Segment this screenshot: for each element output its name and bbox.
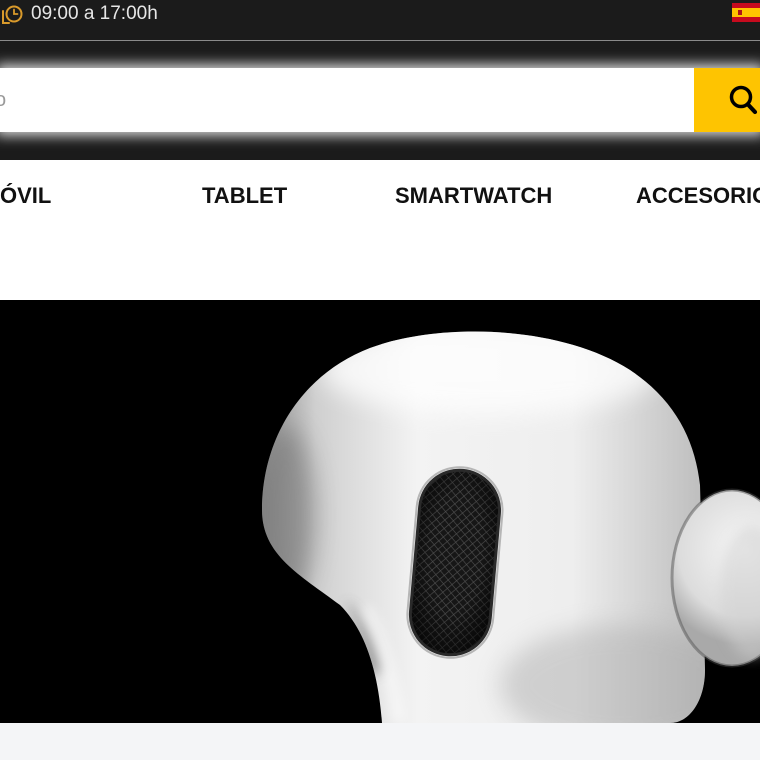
content-strip xyxy=(0,723,760,760)
search-input[interactable] xyxy=(0,68,694,132)
main-nav: ÓVIL TABLET SMARTWATCH ACCESORIO xyxy=(0,160,760,300)
search-icon xyxy=(728,84,758,116)
nav-item-movil[interactable]: ÓVIL xyxy=(0,184,51,208)
search-bar xyxy=(0,68,760,132)
search-band xyxy=(0,41,760,160)
earbud-mesh xyxy=(406,466,504,659)
top-bar: 09:00 a 17:00h xyxy=(0,0,760,40)
hero-image xyxy=(262,331,760,723)
nav-item-accesorios[interactable]: ACCESORIO xyxy=(636,184,760,208)
clock-icon xyxy=(0,3,24,27)
hero-banner[interactable] xyxy=(0,300,760,723)
search-button[interactable] xyxy=(694,68,760,132)
nav-item-tablet[interactable]: TABLET xyxy=(202,184,287,208)
nav-item-smartwatch[interactable]: SMARTWATCH xyxy=(395,184,552,208)
opening-hours: 09:00 a 17:00h xyxy=(31,3,158,24)
flag-es-icon[interactable] xyxy=(732,3,760,22)
